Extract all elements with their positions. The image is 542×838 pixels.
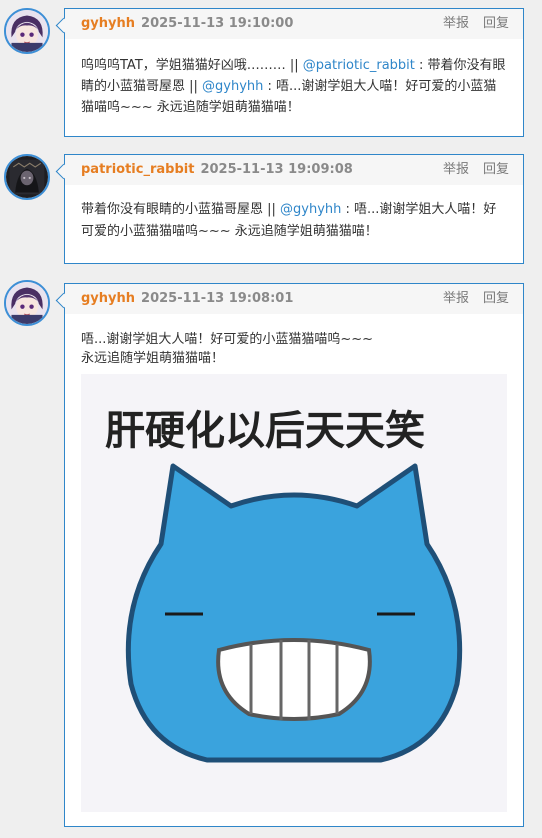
comment-header: gyhyhh 2025-11-13 19:08:01 举报 回复 <box>65 284 523 314</box>
report-button[interactable]: 举报 <box>443 291 469 306</box>
comment-header: gyhyhh 2025-11-13 19:10:00 举报 回复 <box>65 9 523 39</box>
comment-text-part: 带着你没有眼睛的小蓝猫哥屋恩 || <box>81 202 281 217</box>
author-name[interactable]: gyhyhh <box>81 16 135 31</box>
author-name[interactable]: patriotic_rabbit <box>81 162 194 177</box>
comment-card: gyhyhh 2025-11-13 19:08:01 举报 回复 唔...谢谢学姐大… <box>64 283 524 827</box>
reply-button[interactable]: 回复 <box>483 291 509 306</box>
sticker-image[interactable]: 肝硬化以后天天笑 <box>81 374 507 812</box>
reply-button[interactable]: 回复 <box>483 16 509 31</box>
comment-header: patriotic_rabbit 2025-11-13 19:09:08 举报 回复 <box>65 155 523 185</box>
reply-button[interactable]: 回复 <box>483 162 509 177</box>
comment-card: gyhyhh 2025-11-13 19:10:00 举报 回复 呜呜呜TAT，学姐… <box>64 8 524 137</box>
avatar[interactable] <box>4 280 50 326</box>
avatar[interactable] <box>4 154 50 200</box>
mention-link[interactable]: @gyhyhh <box>202 79 263 94</box>
mention-link[interactable]: @patriotic_rabbit <box>303 58 415 73</box>
comment-text: 带着你没有眼睛的小蓝猫哥屋恩 || @gyhyhh : 唔...谢谢学姐大人喵！… <box>65 185 523 253</box>
comment-time: 2025-11-13 19:10:00 <box>141 16 294 31</box>
report-button[interactable]: 举报 <box>443 16 469 31</box>
comment-text: 唔...谢谢学姐大人喵！好可爱的小蓝猫猫喵呜~~~ 永远追随学姐萌猫猫喵！ 肝硬… <box>65 314 523 822</box>
comment-line: 唔...谢谢学姐大人喵！好可爱的小蓝猫猫喵呜~~~ <box>81 332 374 347</box>
author-name[interactable]: gyhyhh <box>81 291 135 306</box>
mention-link[interactable]: @gyhyhh <box>280 202 341 217</box>
sticker-caption: 肝硬化以后天天笑 <box>105 408 425 454</box>
comment-text-part: 呜呜呜TAT，学姐猫猫好凶哦……… || <box>81 58 303 73</box>
comment-time: 2025-11-13 19:09:08 <box>200 162 353 177</box>
report-button[interactable]: 举报 <box>443 162 469 177</box>
comment-text: 呜呜呜TAT，学姐猫猫好凶哦……… || @patriotic_rabbit :… <box>65 39 523 128</box>
comment-line: 永远追随学姐萌猫猫喵！ <box>81 351 225 366</box>
comment-time: 2025-11-13 19:08:01 <box>141 291 294 306</box>
avatar[interactable] <box>4 8 50 54</box>
comment-card: patriotic_rabbit 2025-11-13 19:09:08 举报 回复… <box>64 154 524 264</box>
